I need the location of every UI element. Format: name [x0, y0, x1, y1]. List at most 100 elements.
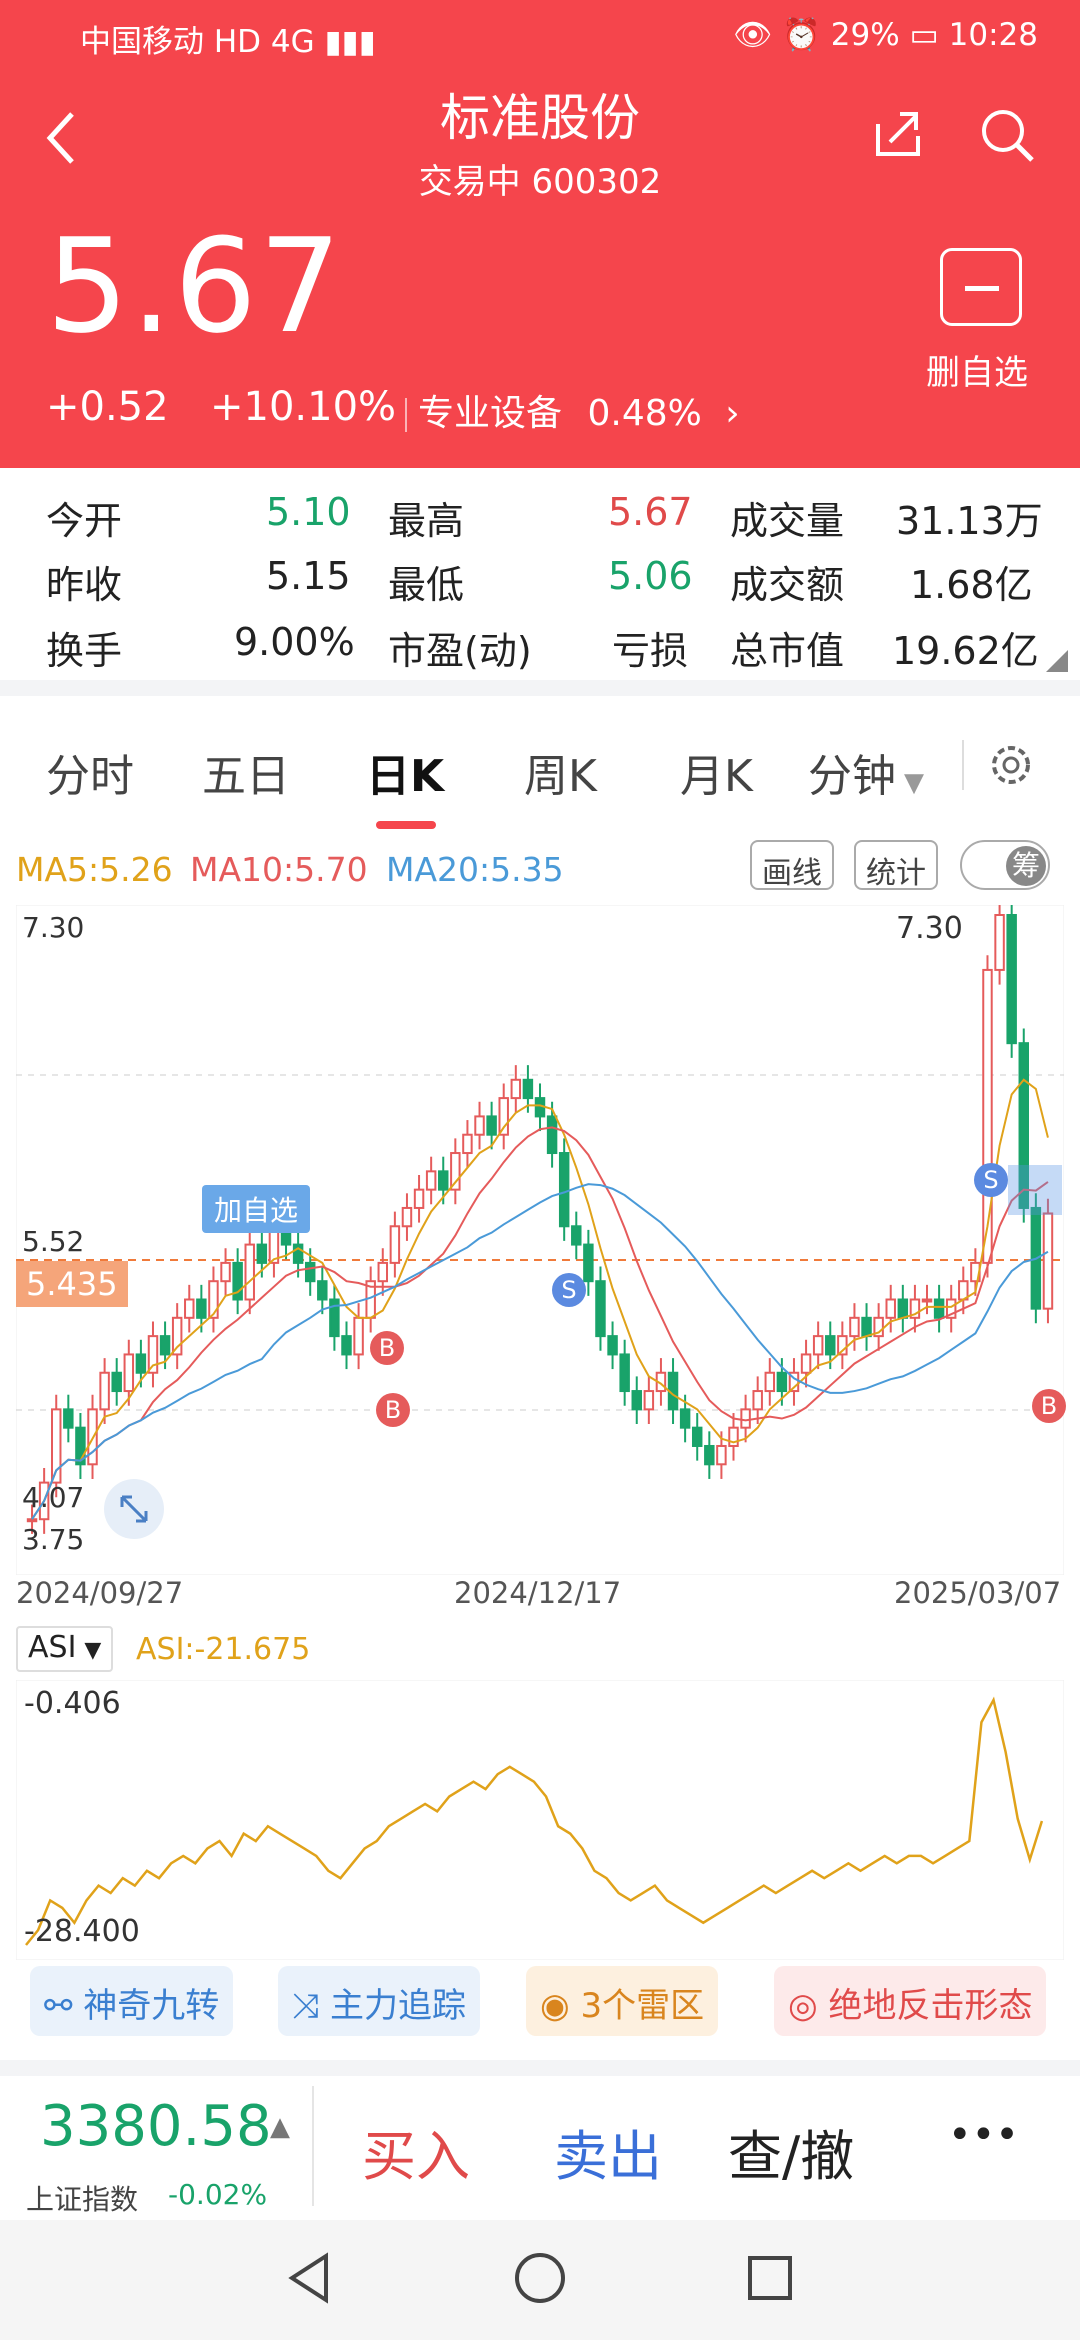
crosshair-price-tag: 5.435 — [16, 1261, 128, 1307]
feature-label: 主力追踪 — [330, 1986, 467, 2026]
chip-toggle-label: 筹 — [1006, 846, 1046, 886]
stat-value: 亏损 — [612, 629, 689, 673]
buy-marker[interactable]: B — [1032, 1389, 1066, 1423]
feature-label: 绝地反击形态 — [828, 1986, 1033, 2026]
feature-label: 3个雷区 — [580, 1986, 705, 2026]
candle-body — [522, 1078, 534, 1100]
candle-body — [256, 1243, 268, 1264]
asi-value: ASI:-21.675 — [136, 1632, 311, 1667]
candle-body — [583, 1243, 594, 1283]
ma10-line — [31, 1126, 1049, 1520]
feature-magic-nine[interactable]: ⚯ 神奇九转 — [30, 1966, 234, 2036]
tab-minute-label: 分钟 — [808, 751, 896, 802]
candle-body — [353, 1316, 364, 1356]
query-cancel-button[interactable]: 查/撤 — [728, 2112, 854, 2191]
asi-min-label: -28.400 — [24, 1914, 140, 1949]
buy-marker[interactable]: B — [370, 1331, 404, 1365]
asi-chart[interactable]: -0.406 -28.400 — [15, 1679, 1065, 1961]
candle-body — [546, 1115, 558, 1155]
quote-header: 中国移动 HD 4G ▮▮▮ 👁 ⏰ 29% ▭ 10:28 标准股份 交易中 … — [0, 0, 1080, 468]
candle-body — [401, 1206, 413, 1228]
expand-corner-icon[interactable] — [1046, 650, 1068, 672]
candle-body — [595, 1280, 606, 1338]
feature-reversal-pattern[interactable]: ◎ 绝地反击形态 — [774, 1966, 1047, 2036]
sector-link[interactable]: 专业设备 0.48% › — [418, 384, 740, 436]
remove-favorite-label[interactable]: 删自选 — [926, 345, 1028, 394]
candle-body — [159, 1335, 171, 1356]
candle-body — [776, 1371, 788, 1393]
tab-daily-k[interactable]: 日K — [366, 740, 444, 804]
status-left: 中国移动 HD 4G ▮▮▮ — [80, 24, 376, 60]
stat-label: 最高 — [388, 499, 465, 543]
candle-body — [244, 1243, 255, 1301]
candle-body — [63, 1408, 74, 1429]
stat-label: 成交额 — [730, 563, 845, 607]
stat-label: 总市值 — [730, 629, 845, 673]
stat-label: 今开 — [46, 499, 123, 543]
stat-value: 9.00% — [234, 620, 355, 664]
candle-body — [196, 1298, 207, 1319]
more-icon[interactable]: ••• — [948, 2112, 1019, 2158]
tab-monthly-k[interactable]: 月K — [680, 740, 753, 804]
candle-body — [679, 1408, 691, 1429]
asi-max-label: -0.406 — [24, 1686, 121, 1721]
index-value[interactable]: 3380.58 — [40, 2094, 272, 2159]
candle-body — [607, 1335, 618, 1356]
candle-body — [135, 1353, 147, 1374]
search-icon[interactable] — [978, 106, 1036, 168]
candle-body — [438, 1170, 449, 1191]
stats-button[interactable]: 统计 — [854, 840, 938, 891]
candle-body — [462, 1133, 473, 1155]
shuffle-icon: ⤨ — [292, 1986, 331, 2026]
kline-chart[interactable]: 7.30 3.75 7.30 5.52 5.435 4.07 加自选 S B B… — [15, 900, 1066, 1576]
tab-five-day[interactable]: 五日 — [202, 740, 290, 804]
expand-icon — [120, 1495, 148, 1523]
sell-marker[interactable]: S — [552, 1273, 586, 1307]
sell-marker[interactable]: S — [974, 1163, 1008, 1197]
sell-button[interactable]: 卖出 — [554, 2112, 662, 2191]
indicator-selector[interactable]: ASI ▼ — [16, 1626, 114, 1672]
candle-body — [752, 1390, 763, 1411]
tab-weekly-k[interactable]: 周K — [524, 740, 597, 804]
buy-button[interactable]: 买入 — [362, 2112, 470, 2191]
candle-body — [1042, 1212, 1054, 1310]
stat-value: 1.68亿 — [910, 563, 1033, 607]
gear-icon[interactable] — [988, 742, 1034, 788]
candle-body — [849, 1316, 860, 1338]
candle-body — [558, 1152, 570, 1228]
stat-value: 5.06 — [608, 554, 693, 598]
feature-capital-track[interactable]: ⤨ 主力追踪 — [278, 1966, 481, 2036]
date-label: 2024/12/17 — [454, 1576, 622, 1610]
chip-toggle[interactable]: 筹 — [960, 840, 1050, 890]
nav-back-icon[interactable] — [282, 2250, 338, 2306]
add-favorite-tag[interactable]: 加自选 — [202, 1185, 311, 1233]
system-nav-bar — [0, 2220, 1080, 2340]
candle-body — [921, 1298, 933, 1303]
stats-panel: 今开 5.10 最高 5.67 成交量 31.13万 昨收 5.15 最低 5.… — [0, 468, 1080, 678]
feature-mine-zones[interactable]: ◉ 3个雷区 — [526, 1966, 719, 2036]
price-level-label: 5.52 — [22, 1225, 85, 1258]
candle-body — [800, 1353, 812, 1374]
divider — [0, 680, 1080, 696]
low-marker-label: 4.07 — [22, 1481, 85, 1514]
highlight-box — [1008, 1165, 1062, 1215]
stat-label: 最低 — [388, 563, 465, 607]
share-icon[interactable] — [870, 106, 926, 166]
candle-body — [111, 1371, 122, 1393]
tab-intraday[interactable]: 分时 — [46, 740, 134, 804]
tab-minute[interactable]: 分钟 ▼ — [808, 740, 924, 804]
asi-line — [25, 1696, 1044, 1946]
buy-marker[interactable]: B — [376, 1393, 410, 1427]
nav-recents-icon[interactable] — [742, 2250, 798, 2306]
sector-pct: 0.48% — [587, 393, 702, 434]
nav-home-icon[interactable] — [512, 2250, 568, 2306]
fullscreen-toggle[interactable] — [104, 1479, 164, 1539]
y-max-label: 7.30 — [22, 911, 85, 944]
ma10-label: MA10:5.70 — [190, 850, 368, 889]
candle-body — [740, 1408, 751, 1429]
candle-body — [897, 1298, 909, 1319]
remove-favorite-button[interactable] — [940, 248, 1022, 326]
ma20-label: MA20:5.35 — [386, 850, 564, 889]
nodes-icon: ⚯ — [44, 1986, 84, 2026]
draw-line-button[interactable]: 画线 — [750, 840, 834, 891]
